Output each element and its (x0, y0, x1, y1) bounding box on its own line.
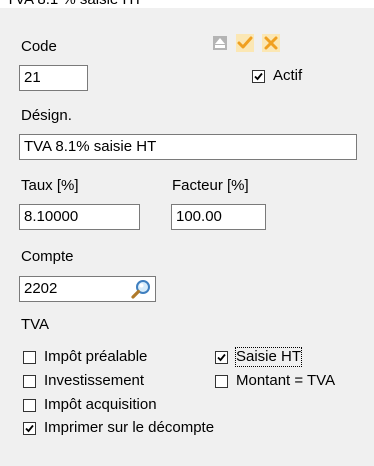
window-title-bar: TVA 8.1 % saisie HT (0, 0, 374, 8)
actif-checkbox[interactable] (252, 70, 265, 83)
saisie-ht-label: Saisie HT (234, 347, 303, 367)
compte-label: Compte (21, 248, 74, 265)
montant-tva-checkbox[interactable] (215, 375, 228, 388)
facteur-label: Facteur [%] (172, 177, 249, 194)
window-title: TVA 8.1 % saisie HT (6, 0, 142, 8)
compte-value: 2202 (24, 280, 58, 297)
compte-name: TVA (21, 316, 50, 333)
impot-acquisition-checkbox[interactable] (23, 399, 36, 412)
designation-input[interactable]: TVA 8.1% saisie HT (19, 134, 357, 160)
close-icon[interactable] (261, 33, 281, 53)
code-input[interactable]: 21 (19, 65, 88, 91)
code-label: Code (21, 38, 57, 55)
designation-label: Désign. (21, 107, 72, 124)
compte-input[interactable]: 2202 (19, 276, 156, 302)
impot-prealable-checkbox[interactable] (23, 351, 36, 364)
scroll-up-icon[interactable] (210, 33, 230, 53)
montant-tva-label: Montant = TVA (236, 372, 336, 389)
impot-acquisition-label: Impôt acquisition (44, 396, 157, 413)
imprimer-decompte-label: Imprimer sur le décompte (44, 419, 215, 436)
taux-label: Taux [%] (21, 177, 79, 194)
saisie-ht-checkbox[interactable] (215, 351, 228, 364)
imprimer-decompte-checkbox[interactable] (23, 422, 36, 435)
check-icon[interactable] (235, 33, 255, 53)
actif-label: Actif (273, 67, 303, 84)
facteur-input[interactable]: 100.00 (171, 204, 266, 230)
tax-code-form: Code 21 Actif Désign. TVA 8.1% saisie HT… (0, 8, 374, 466)
taux-input[interactable]: 8.10000 (19, 204, 140, 230)
investissement-label: Investissement (44, 372, 145, 389)
search-icon[interactable] (130, 278, 152, 300)
investissement-checkbox[interactable] (23, 375, 36, 388)
impot-prealable-label: Impôt préalable (44, 348, 148, 365)
